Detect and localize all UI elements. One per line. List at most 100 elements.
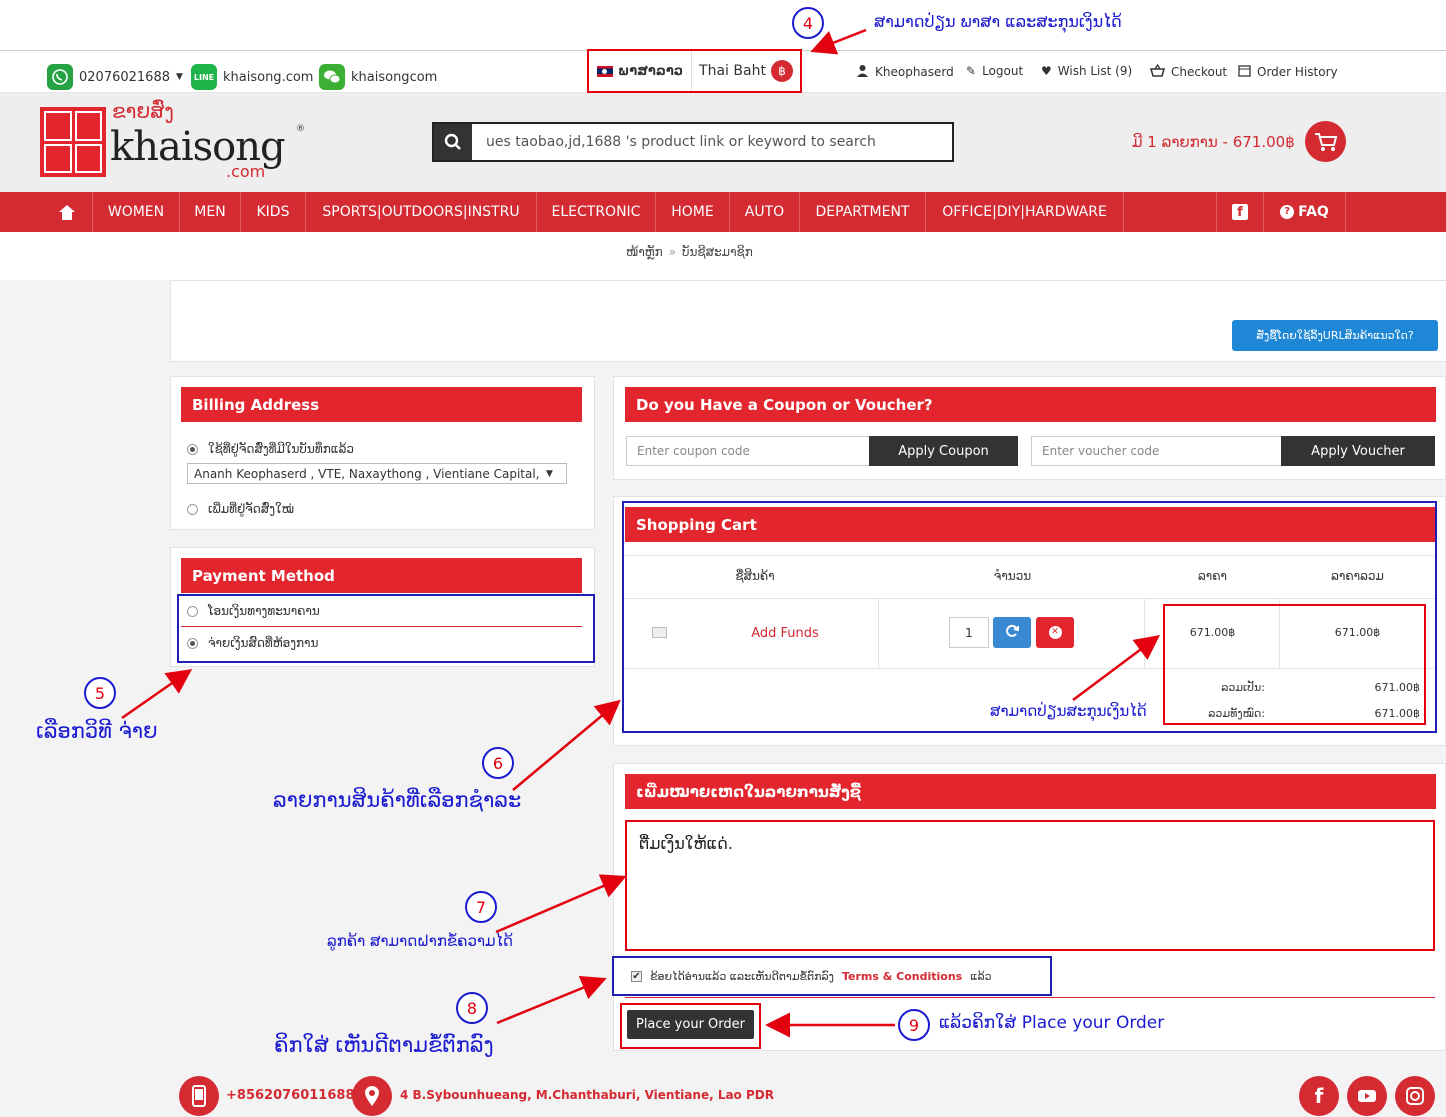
how-to-order-button[interactable]: ສັ່ງຊື້ໂດຍໃຊ້ລິ້ງURLສິນຄ້າແນວໃດ? xyxy=(1232,320,1438,351)
order-history-label: Order History xyxy=(1257,65,1338,79)
wechat-id: khaisongcom xyxy=(351,69,438,85)
nav-item-auto[interactable]: AUTO xyxy=(730,192,800,232)
pencil-icon: ✎ xyxy=(966,64,977,78)
faq-label: FAQ xyxy=(1298,204,1329,220)
phone-icon xyxy=(179,1076,219,1116)
breadcrumb: ໜ້າຫຼັກ » ບັນຊີສະມາຊິກ xyxy=(626,245,753,259)
calendar-icon xyxy=(1238,64,1251,80)
wechat-contact[interactable]: khaisongcom xyxy=(319,64,437,90)
step-8-note: ຄິກໃສ່ ເຫັນດີຕາມຂໍ້ຕົກລົງ xyxy=(274,1033,494,1057)
nav-item-home[interactable]: HOME xyxy=(656,192,730,232)
currency-change-note: ສາມາດປ່ຽນສະກຸນເງິນໄດ້ xyxy=(990,702,1147,720)
nav-item-sports[interactable]: SPORTS|OUTDOORS|INSTRU xyxy=(306,192,537,232)
order-notes-title: ເພີ່ມໝາຍເຫດໃນລາຍການສັ່ງຊື້ xyxy=(625,774,1436,809)
nav-faq[interactable]: ? FAQ xyxy=(1264,192,1346,232)
billing-new-label: ເພີ່ມທີ່ຢູ່ຈັດສົ່ງໃໝ່ xyxy=(208,502,294,516)
logout-link[interactable]: ✎ Logout xyxy=(966,64,1023,78)
nav-item-department[interactable]: DEPARTMENT xyxy=(800,192,926,232)
nav-item-office[interactable]: OFFICE|DIY|HARDWARE xyxy=(926,192,1124,232)
coupon-input[interactable]: Enter coupon code xyxy=(626,436,870,466)
phone-contact[interactable]: 02076021688 ▼ xyxy=(47,64,183,90)
payment-highlight-box xyxy=(177,594,595,663)
home-icon xyxy=(57,204,77,220)
terms-highlight-box xyxy=(612,956,1052,996)
checkout-label: Checkout xyxy=(1171,65,1228,79)
baht-icon: ฿ xyxy=(770,60,793,82)
facebook-nav-link[interactable]: f xyxy=(1216,192,1264,232)
language-selector[interactable]: ພາສາລາວ xyxy=(589,51,692,91)
breadcrumb-home[interactable]: ໜ້າຫຼັກ xyxy=(626,245,663,259)
step-4-marker: 4 xyxy=(792,7,824,39)
billing-existing-radio[interactable] xyxy=(187,443,198,455)
coupon-title: Do you Have a Coupon or Voucher? xyxy=(625,387,1436,422)
currency-selector[interactable]: Thai Baht ฿ xyxy=(692,51,800,91)
payment-method-title: Payment Method xyxy=(181,558,582,593)
line-id: khaisong.com xyxy=(223,69,314,85)
billing-new-option[interactable]: ເພີ່ມທີ່ຢູ່ຈັດສົ່ງໃໝ່ xyxy=(187,502,294,516)
language-label: ພາສາລາວ xyxy=(617,63,684,79)
logout-label: Logout xyxy=(982,64,1024,78)
step-7-note: ລູກຄ້າ ສາມາດຝາກຂໍ້ຄວາມໄດ້ xyxy=(327,932,513,950)
cart-icon[interactable] xyxy=(1305,121,1346,162)
youtube-icon[interactable] xyxy=(1347,1076,1387,1116)
step-9-marker: 9 xyxy=(898,1009,930,1041)
user-account-link[interactable]: Kheophaserd xyxy=(856,64,954,80)
whatsapp-icon xyxy=(47,64,73,90)
logo-lao-text: ຂາຍສົ່ງ xyxy=(112,99,174,123)
phone-number: 02076021688 xyxy=(79,69,170,85)
billing-existing-label: ໃຊ້ທີ່ຢູ່ຈັດສົ່ງທີ່ມີໃນບັນທຶກແລ້ວ xyxy=(208,442,355,456)
step-6-marker: 6 xyxy=(482,747,514,779)
billing-address-title: Billing Address xyxy=(181,387,582,422)
heart-icon: ♥ xyxy=(1041,64,1052,78)
currency-label: Thai Baht xyxy=(699,63,766,79)
wishlist-link[interactable]: ♥ Wish List (9) xyxy=(1041,64,1132,78)
facebook-icon: f xyxy=(1232,204,1248,220)
checkout-link[interactable]: Checkout xyxy=(1150,63,1228,80)
cart-summary[interactable]: ມີ 1 ລາຍການ - 671.00฿ xyxy=(1132,133,1295,151)
breadcrumb-separator: » xyxy=(668,245,677,259)
apply-coupon-button[interactable]: Apply Coupon xyxy=(869,436,1018,466)
nav-home[interactable] xyxy=(41,192,93,232)
voucher-input[interactable]: Enter voucher code xyxy=(1031,436,1282,466)
user-icon xyxy=(856,64,869,80)
question-icon: ? xyxy=(1280,205,1295,219)
line-contact[interactable]: LINE khaisong.com xyxy=(191,64,313,90)
order-history-link[interactable]: Order History xyxy=(1238,64,1338,80)
billing-existing-option[interactable]: ໃຊ້ທີ່ຢູ່ຈັດສົ່ງທີ່ມີໃນບັນທຶກແລ້ວ xyxy=(187,442,354,456)
instagram-icon[interactable] xyxy=(1395,1076,1435,1116)
nav-item-kids[interactable]: KIDS xyxy=(241,192,306,232)
terms-divider xyxy=(625,997,1435,998)
wishlist-label: Wish List (9) xyxy=(1057,64,1133,78)
line-icon: LINE xyxy=(191,64,217,90)
nav-item-electronic[interactable]: ELECTRONIC xyxy=(537,192,656,232)
chevron-down-icon: ▼ xyxy=(175,72,183,82)
footer-address: 4 B.Sybounhueang, M.Chanthaburi, Vientia… xyxy=(400,1088,774,1102)
order-notes-textarea[interactable]: ຕື່ມເງິນໃຫ້ແດ່. xyxy=(625,820,1435,951)
location-pin-icon xyxy=(352,1076,392,1116)
language-currency-box: ພາສາລາວ Thai Baht ฿ xyxy=(587,49,802,93)
footer-facebook-icon[interactable]: f xyxy=(1299,1076,1339,1116)
logo-mark[interactable] xyxy=(40,107,106,177)
billing-new-radio[interactable] xyxy=(187,503,198,515)
footer-phone[interactable]: +8562076011688 xyxy=(226,1088,354,1103)
step-7-marker: 7 xyxy=(465,891,497,923)
logo-registered: ® xyxy=(296,124,305,134)
nav-item-women[interactable]: WOMEN xyxy=(93,192,180,232)
price-highlight-box xyxy=(1163,604,1426,725)
place-order-highlight-box xyxy=(620,1003,761,1049)
nav-item-men[interactable]: MEN xyxy=(180,192,241,232)
search-input[interactable]: ues taobao,jd,1688 's product link or ke… xyxy=(472,124,952,160)
billing-address-select[interactable]: Ananh Keophaserd , VTE, Naxaythong , Vie… xyxy=(187,463,567,484)
step-5-note: ເລືອກວິທີ ຈ່າຍ xyxy=(36,719,158,743)
step-8-marker: 8 xyxy=(456,992,488,1024)
main-nav: WOMEN MEN KIDS SPORTS|OUTDOORS|INSTRU EL… xyxy=(0,192,1446,232)
step-4-note: ສາມາດປ່ຽນ ພາສາ ແລະສະກຸນເງິນໄດ້ xyxy=(874,12,1122,31)
user-name: Kheophaserd xyxy=(875,65,954,79)
logo-domain: .com xyxy=(226,162,266,181)
breadcrumb-current: ບັນຊີສະມາຊິກ xyxy=(682,245,753,259)
wechat-icon xyxy=(319,64,345,90)
apply-voucher-button[interactable]: Apply Voucher xyxy=(1281,436,1435,466)
chevron-down-icon: ▼ xyxy=(546,468,553,479)
search-icon[interactable] xyxy=(434,124,472,160)
step-9-note: ແລ້ວຄິກໃສ່ Place your Order xyxy=(939,1013,1165,1033)
